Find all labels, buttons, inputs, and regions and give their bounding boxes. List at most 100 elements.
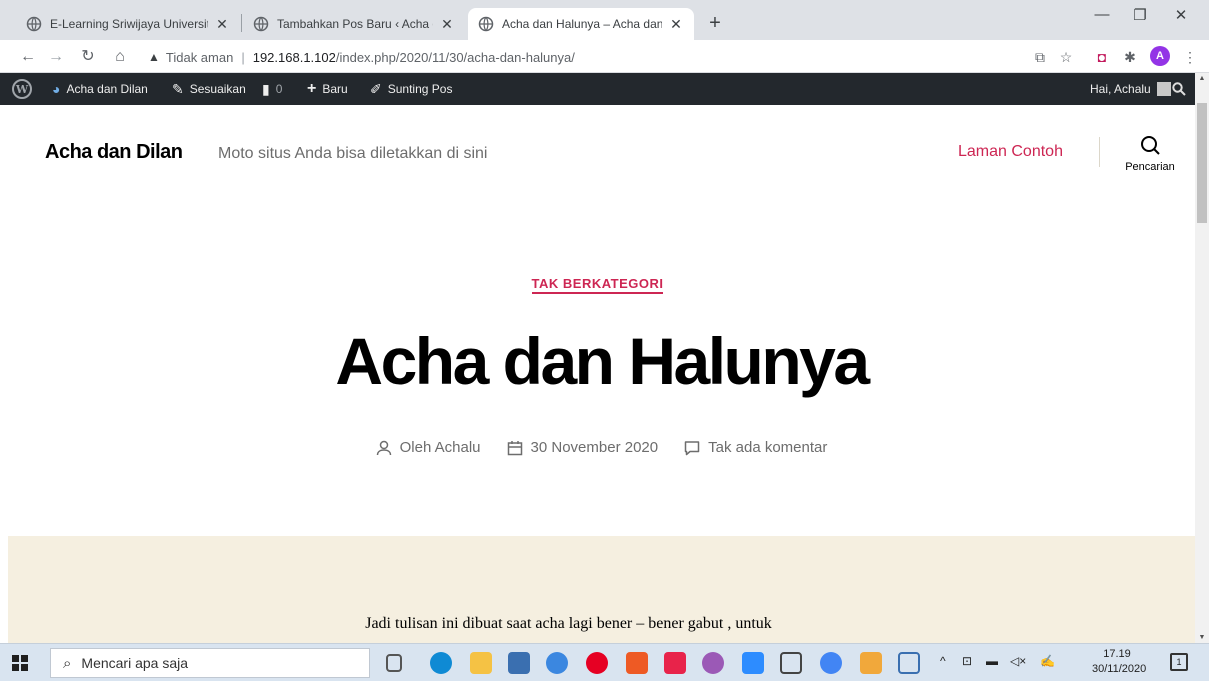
post-date[interactable]: 30 November 2020 — [507, 439, 659, 456]
search-icon: ⌕ — [63, 654, 72, 672]
web-page: Acha dan Dilan Moto situs Anda bisa dile… — [0, 105, 1195, 643]
dashboard-icon: ◕ — [52, 81, 61, 97]
site-title[interactable]: Acha dan Dilan — [45, 141, 183, 164]
wordpress-logo-button[interactable]: W — [12, 73, 32, 105]
pocket-icon[interactable]: ◘ — [1092, 47, 1112, 67]
taskbar-search-placeholder: Mencari apa saja — [81, 655, 189, 671]
admin-customize[interactable]: ✎ Sesuaikan — [172, 73, 246, 105]
chrome-icon[interactable] — [546, 652, 568, 674]
scroll-down-icon[interactable]: ▼ — [1195, 634, 1209, 641]
windows-start-icon[interactable] — [12, 655, 28, 671]
menu-kebab-icon[interactable]: ⋮ — [1180, 47, 1200, 67]
extensions-icon[interactable]: ✱ — [1120, 47, 1140, 67]
post-comments[interactable]: Tak ada komentar — [684, 439, 827, 456]
clock-date: 30/11/2020 — [1092, 663, 1147, 675]
close-tab-icon[interactable]: ✕ — [668, 16, 684, 33]
store-icon[interactable] — [508, 652, 530, 674]
admin-edit-post[interactable]: ✐ Sunting Pos — [370, 73, 452, 105]
notification-center-icon[interactable]: 1 — [1170, 653, 1188, 671]
youtube-icon[interactable] — [664, 652, 686, 674]
tab-current-post[interactable]: Acha dan Halunya – Acha dan Dilan ✕ — [468, 8, 694, 40]
user-avatar — [1156, 82, 1171, 96]
back-icon[interactable]: ← — [18, 47, 38, 67]
tab-title: Acha dan Halunya – Acha dan Dilan — [502, 17, 662, 31]
network-app-icon[interactable] — [898, 652, 920, 674]
search-icon — [1141, 136, 1160, 155]
search-toggle-button[interactable]: Pencarian — [1110, 135, 1190, 173]
plus-icon: + — [307, 80, 317, 97]
reload-icon[interactable]: ↻ — [78, 47, 98, 67]
post-excerpt: Jadi tulisan ini dibuat saat acha lagi b… — [365, 615, 772, 632]
post-title: Acha dan Halunya — [335, 324, 870, 398]
scrollbar-thumb[interactable] — [1197, 103, 1207, 223]
comments-count: 0 — [275, 82, 283, 96]
post-comments-label: Tak ada komentar — [708, 439, 828, 456]
tray-app-icon[interactable]: ⊡ — [962, 654, 972, 668]
nav-link-sample-page[interactable]: Laman Contoh — [958, 143, 1063, 161]
admin-new-label: Baru — [322, 82, 348, 96]
minimize-icon[interactable]: — — [1087, 6, 1117, 23]
chrome-profile-icon[interactable] — [820, 652, 842, 674]
tab-elearning[interactable]: E-Learning Sriwijaya University ✕ — [16, 8, 240, 40]
volume-muted-icon[interactable]: ◁× — [1010, 654, 1026, 668]
home-icon[interactable]: ⌂ — [110, 47, 130, 67]
url-path[interactable]: /index.php/2020/11/30/acha-dan-halunya/ — [336, 50, 575, 65]
post-author-label: Oleh Achalu — [399, 439, 481, 456]
admin-greeting: Hai, Achalu — [1090, 82, 1151, 96]
zoom-icon[interactable] — [742, 652, 764, 674]
admin-edit-post-label: Sunting Pos — [387, 82, 453, 96]
virtualbox-icon[interactable] — [780, 652, 802, 674]
forward-icon[interactable]: → — [46, 47, 66, 67]
tab-new-post[interactable]: Tambahkan Pos Baru ‹ Acha dan Dilan ✕ — [243, 8, 465, 40]
battery-icon[interactable]: ▬ — [986, 654, 998, 668]
wordpress-icon: W — [12, 79, 32, 99]
pen-icon[interactable]: ✍ — [1040, 654, 1055, 668]
close-tab-icon[interactable]: ✕ — [439, 16, 455, 33]
browser-tab-strip: E-Learning Sriwijaya University ✕ Tambah… — [0, 0, 1209, 40]
address-bar[interactable]: ▲ Tidak aman | 192.168.1.102 /index.php/… — [148, 44, 1008, 70]
admin-account[interactable]: Hai, Achalu — [1090, 73, 1171, 105]
brush-icon: ✎ — [172, 80, 184, 97]
task-view-icon[interactable] — [386, 654, 402, 672]
category-link[interactable]: TAK BERKATEGORI — [531, 276, 664, 294]
warning-icon[interactable]: ▲ — [148, 50, 160, 64]
user-icon — [376, 440, 391, 455]
admin-site-name[interactable]: ◕ Acha dan Dilan — [52, 73, 148, 105]
admin-site-name-label: Acha dan Dilan — [66, 82, 148, 96]
post-date-label: 30 November 2020 — [530, 439, 659, 456]
edge-icon[interactable] — [430, 652, 452, 674]
file-explorer-icon[interactable] — [470, 652, 492, 674]
post-author[interactable]: Oleh Achalu — [376, 439, 481, 456]
bookmark-star-icon[interactable]: ☆ — [1056, 47, 1076, 67]
tab-title: Tambahkan Pos Baru ‹ Acha dan Dilan — [277, 17, 433, 31]
admin-comments[interactable]: ▮ 0 — [262, 73, 282, 105]
taskbar-search-box[interactable]: ⌕ Mencari apa saja — [50, 648, 370, 678]
header-divider — [1099, 137, 1100, 167]
scroll-up-icon[interactable]: ▲ — [1195, 75, 1209, 82]
globe-icon — [478, 16, 494, 32]
windows-taskbar: ⌕ Mencari apa saja ^ ⊡ ▬ ◁× ✍ 17.19 30/1… — [0, 643, 1209, 681]
admin-new[interactable]: + Baru — [307, 73, 348, 105]
pencil-icon: ✐ — [370, 80, 382, 97]
close-window-icon[interactable]: ✕ — [1166, 6, 1196, 24]
restore-icon[interactable]: ❐ — [1125, 6, 1155, 24]
close-tab-icon[interactable]: ✕ — [214, 16, 230, 33]
picsart-icon[interactable] — [702, 652, 724, 674]
new-tab-button[interactable]: + — [702, 10, 728, 36]
taskbar-clock[interactable]: 17.19 30/11/2020 — [1092, 647, 1147, 677]
admin-search-icon[interactable] — [1172, 73, 1186, 105]
wp-admin-bar: W ◕ Acha dan Dilan ✎ Sesuaikan ▮ 0 + Bar… — [0, 73, 1209, 105]
address-divider: | — [241, 49, 245, 65]
profile-avatar[interactable]: A — [1150, 46, 1170, 66]
security-label[interactable]: Tidak aman — [166, 50, 233, 65]
paint-icon[interactable] — [860, 652, 882, 674]
tray-expand-icon[interactable]: ^ — [940, 654, 946, 668]
page-scrollbar[interactable]: ▲ ▼ — [1195, 73, 1209, 643]
post-meta: Oleh Achalu 30 November 2020 Tak ada kom… — [0, 439, 1195, 456]
tab-separator — [241, 14, 242, 32]
translate-icon[interactable]: ⧉ — [1030, 47, 1050, 67]
pinterest-icon[interactable] — [586, 652, 608, 674]
search-label: Pencarian — [1125, 161, 1175, 173]
app-orange-icon[interactable] — [626, 652, 648, 674]
url-host[interactable]: 192.168.1.102 — [253, 50, 336, 65]
